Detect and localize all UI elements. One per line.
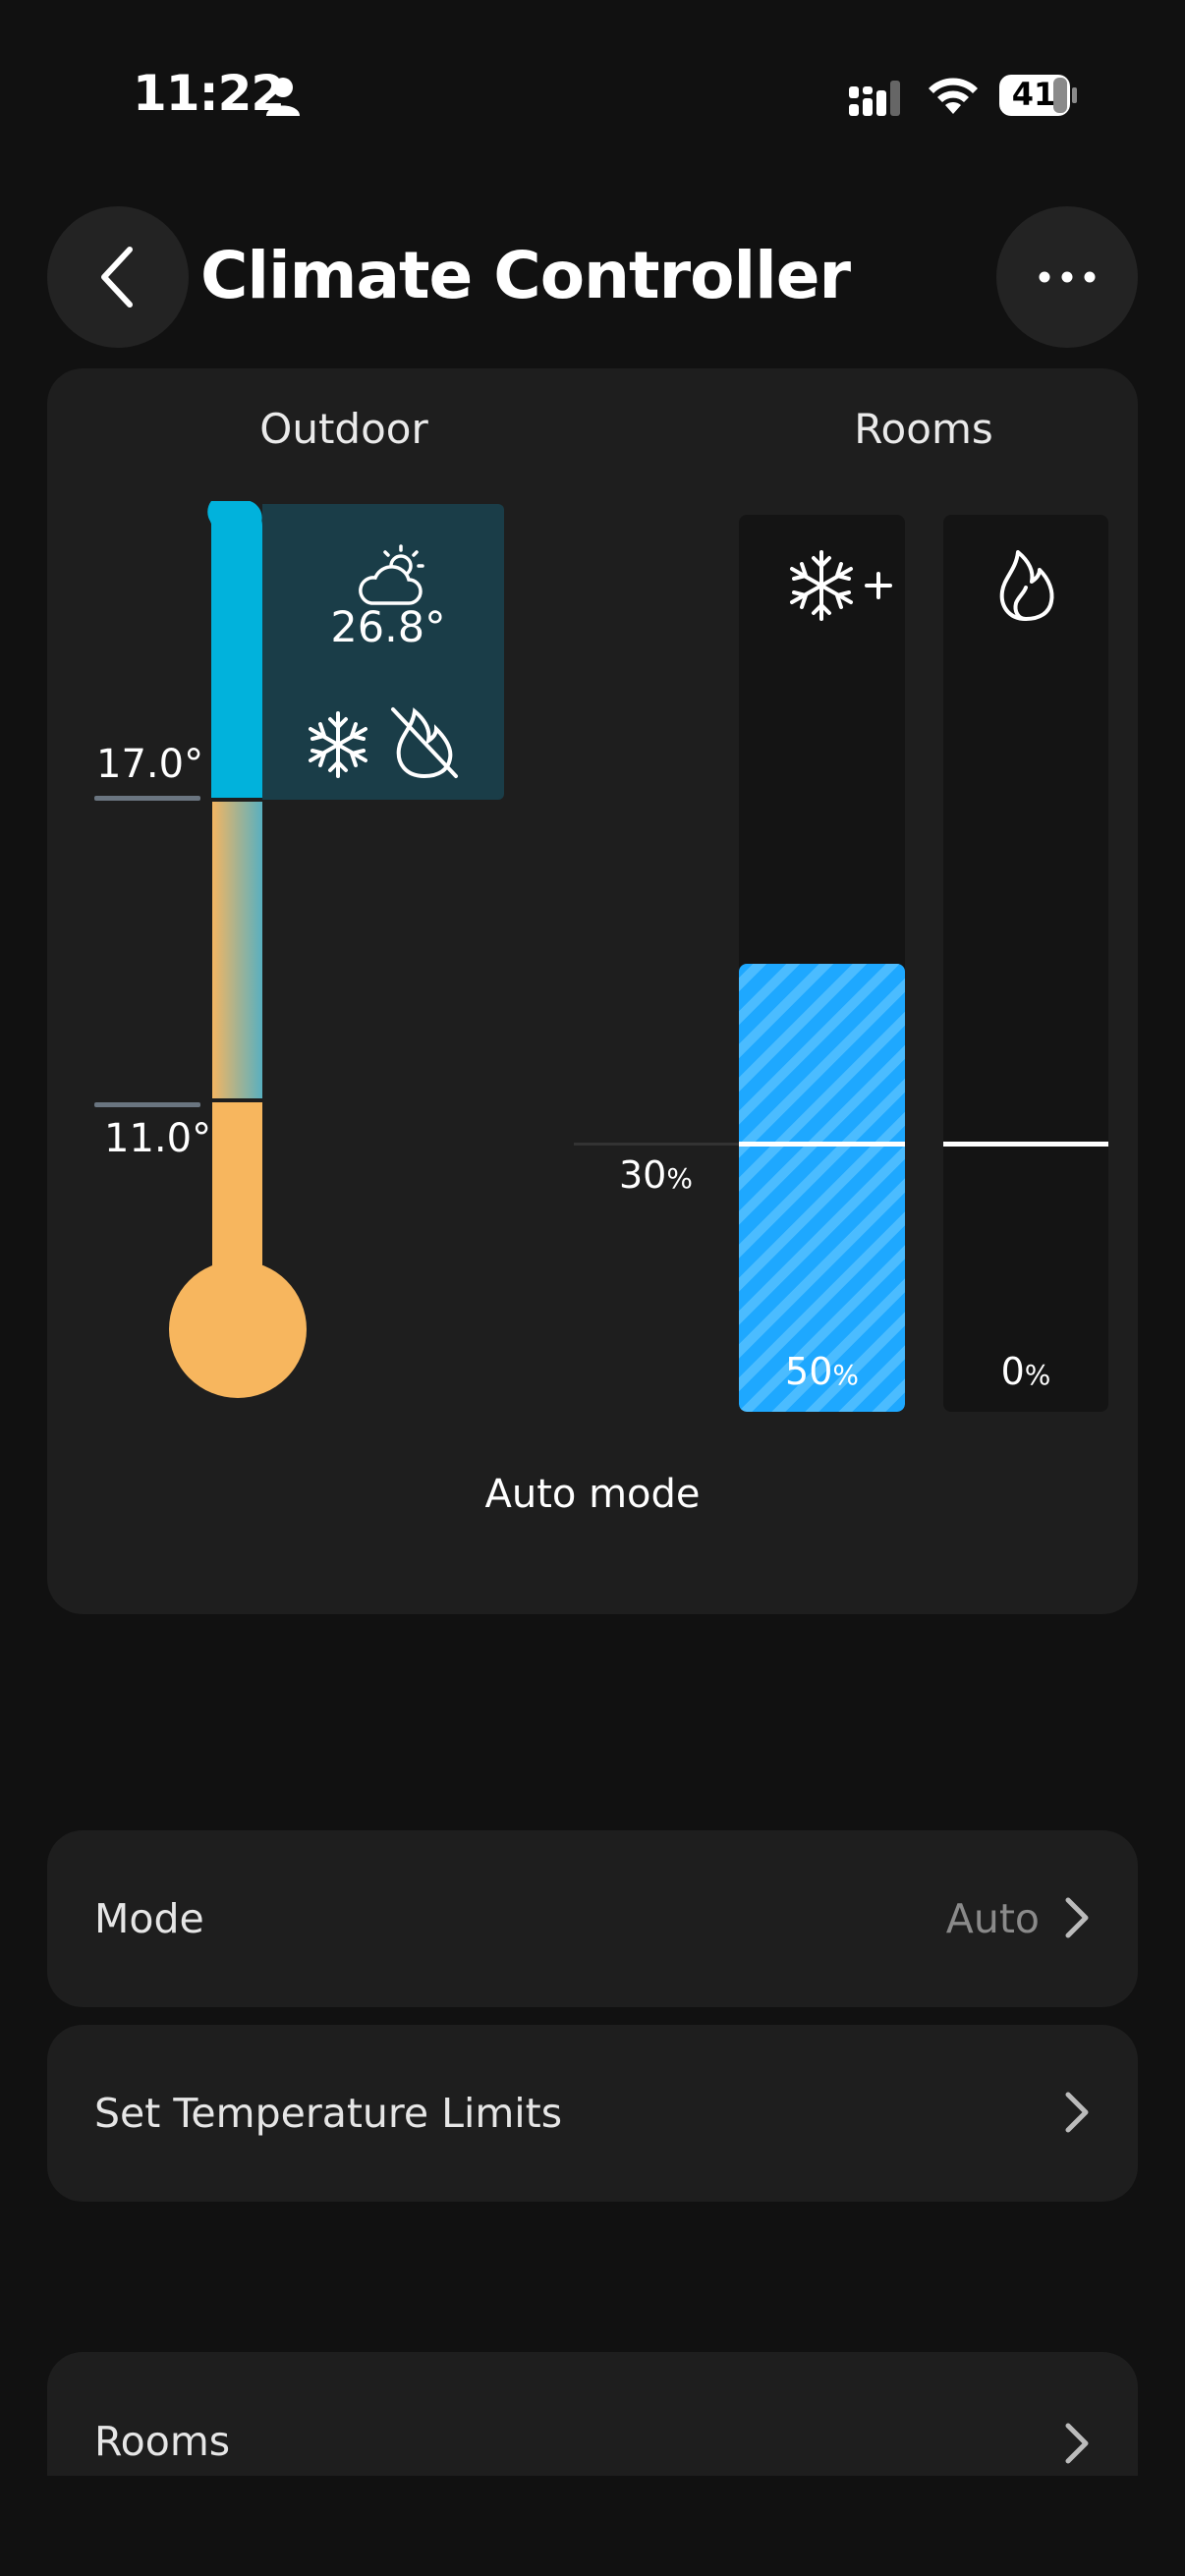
mode-row-label: Mode <box>94 1895 204 1942</box>
threshold-unit: % <box>666 1162 693 1195</box>
temperature-limits-label: Set Temperature Limits <box>94 2090 563 2137</box>
snowflake-icon <box>303 709 373 780</box>
rooms-row-label: Rooms <box>94 2418 231 2465</box>
threshold-line <box>574 1143 741 1146</box>
outdoor-temperature: 26.8° <box>330 603 446 652</box>
temperature-limits-row[interactable]: Set Temperature Limits <box>47 2025 1138 2202</box>
back-button[interactable] <box>47 206 189 348</box>
flame-icon <box>996 548 1055 623</box>
rooms-row[interactable]: Rooms <box>47 2352 1138 2476</box>
upper-limit-label: 17.0° <box>96 742 204 787</box>
heating-value: 0 <box>1000 1350 1025 1393</box>
chevron-right-icon <box>1065 1897 1089 1938</box>
cooling-value: 50 <box>785 1350 833 1393</box>
more-options-button[interactable] <box>996 206 1138 348</box>
chevron-left-icon <box>101 247 133 308</box>
threshold-value: 30 <box>619 1153 667 1197</box>
wifi-icon <box>926 73 981 116</box>
heating-off-icon <box>387 703 462 782</box>
chevron-right-icon <box>1065 2423 1089 2464</box>
heating-threshold-marker <box>943 1142 1108 1147</box>
more-dots-icon <box>1039 271 1096 283</box>
person-icon <box>265 77 301 116</box>
upper-limit-line <box>94 796 200 801</box>
cooling-bar[interactable] <box>739 515 905 1412</box>
page-title: Climate Controller <box>200 238 851 313</box>
status-time: 11:22 <box>133 65 285 122</box>
cooling-unit: % <box>832 1359 859 1391</box>
heating-percent: 0% <box>943 1350 1108 1393</box>
rooms-label: Rooms <box>854 405 993 453</box>
lower-limit-label: 11.0° <box>104 1116 212 1161</box>
lower-limit-line <box>94 1102 200 1107</box>
battery-level: 41 <box>1011 76 1056 113</box>
mode-status-text: Auto mode <box>484 1472 701 1517</box>
threshold-label: 30% <box>619 1153 693 1197</box>
heating-unit: % <box>1024 1359 1051 1391</box>
partly-cloudy-sun-icon <box>356 544 430 609</box>
snowflake-plus-icon <box>786 548 894 623</box>
chevron-right-icon <box>1065 2092 1089 2133</box>
mode-row[interactable]: Mode Auto <box>47 1830 1138 2007</box>
heating-bar[interactable] <box>943 515 1108 1412</box>
cooling-threshold-marker <box>739 1142 905 1147</box>
cellular-signal-icon <box>847 77 906 118</box>
mode-row-value: Auto <box>945 1895 1040 1942</box>
cooling-bar-fill <box>739 963 905 1412</box>
cooling-percent: 50% <box>739 1350 905 1393</box>
outdoor-label: Outdoor <box>259 405 428 453</box>
